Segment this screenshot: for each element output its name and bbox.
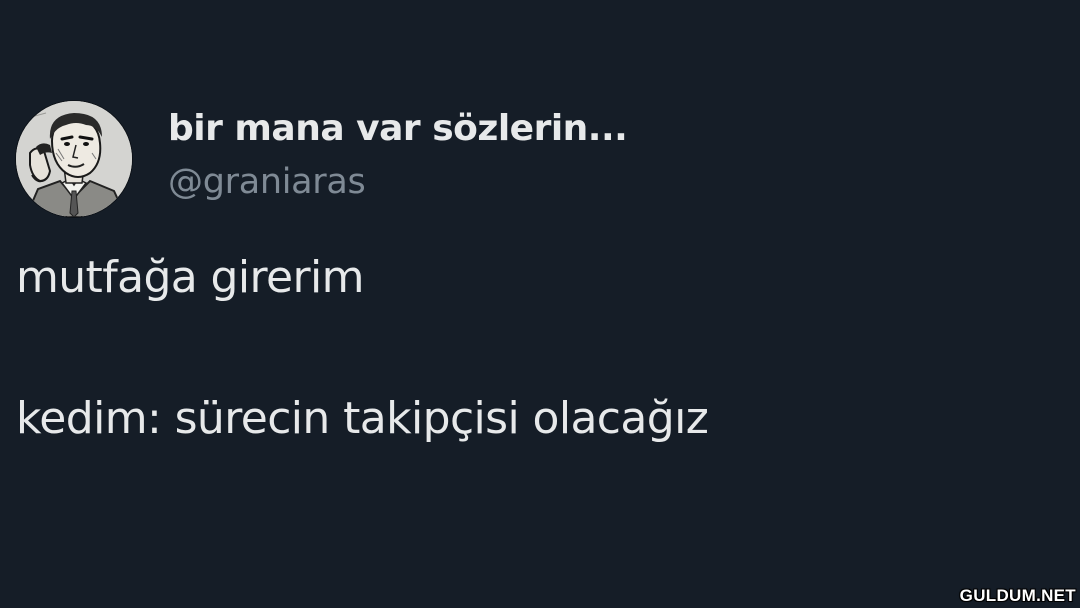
tweet-card: bir mana var sözlerin... @graniaras mutf… [0,0,1080,608]
author-handle[interactable]: @graniaras [168,162,366,202]
tweet-text-line: mutfağa girerim [16,252,364,303]
comic-man-avatar-icon [16,101,132,217]
tweet-text-line: kedim: sürecin takipçisi olacağız [16,393,709,444]
profile-avatar[interactable] [16,101,132,217]
site-watermark: GULDUM.NET [959,586,1076,605]
author-display-name[interactable]: bir mana var sözlerin... [168,108,628,149]
